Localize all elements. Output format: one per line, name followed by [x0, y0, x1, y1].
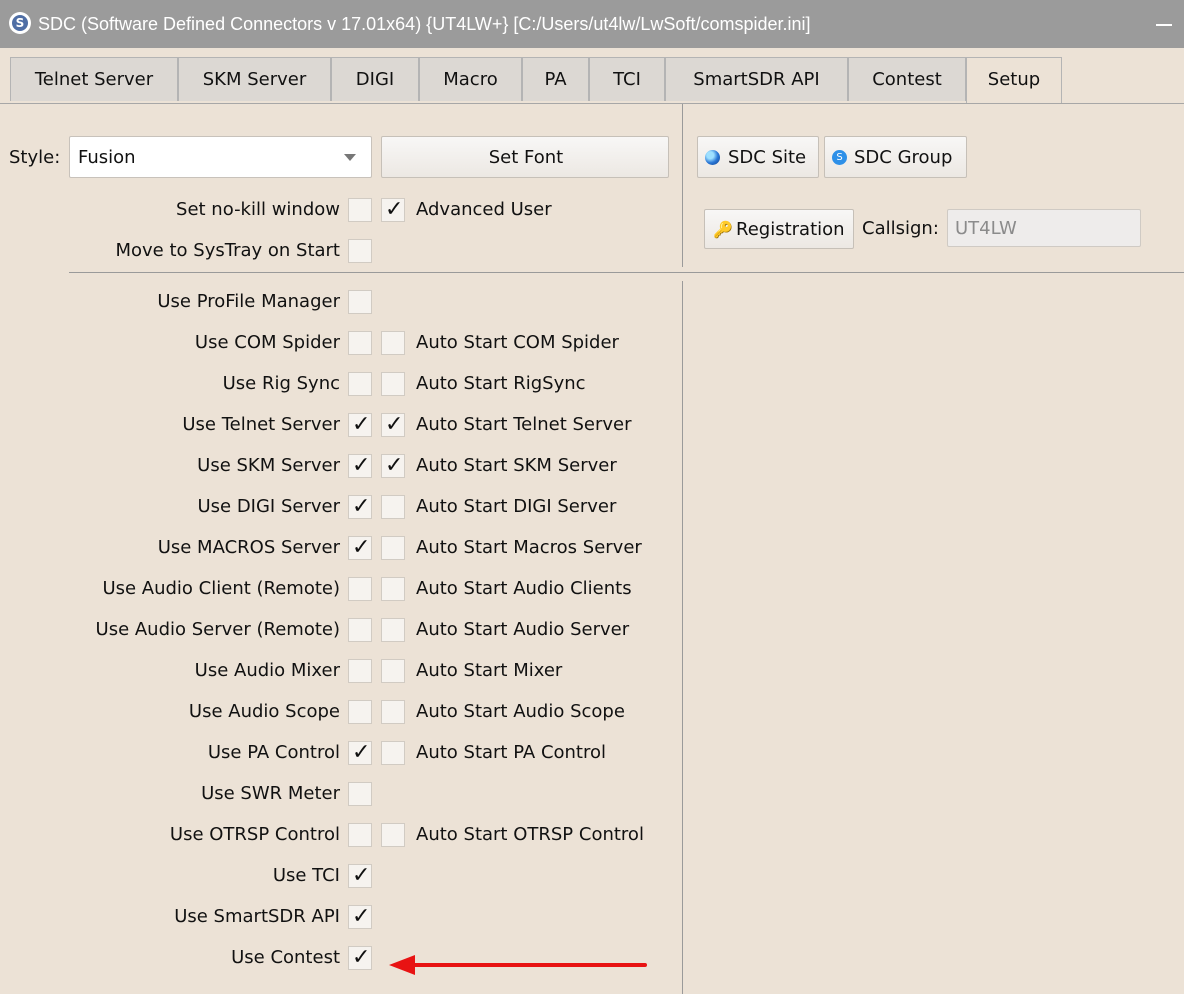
title-bar: S SDC (Software Defined Connectors v 17.… — [0, 0, 1184, 48]
audio-scope-checkbox[interactable] — [348, 700, 372, 724]
group-logo-icon: S — [832, 150, 847, 165]
digi-server-checkbox[interactable] — [348, 494, 372, 520]
macros-server-label: Use MACROS Server — [157, 537, 340, 558]
telnet-server-label: Use Telnet Server — [182, 414, 340, 435]
rig-sync-checkbox[interactable] — [348, 372, 372, 396]
window-title: SDC (Software Defined Connectors v 17.01… — [38, 14, 811, 34]
set-font-button[interactable]: Set Font — [381, 136, 669, 178]
tab-digi[interactable]: DIGI — [331, 57, 419, 101]
auto-start-skm-server-checkbox[interactable] — [381, 453, 405, 479]
auto-start-otrsp-control-label: Auto Start OTRSP Control — [416, 824, 644, 845]
rig-sync-label: Use Rig Sync — [222, 373, 340, 394]
tab-contest[interactable]: Contest — [848, 57, 966, 101]
auto-start-mixer-label: Auto Start Mixer — [416, 660, 563, 681]
tab-smartsdr-api[interactable]: SmartSDR API — [665, 57, 848, 101]
setup-panel: Style: Fusion Set Font Set no-kill windo… — [0, 104, 1184, 994]
style-value: Fusion — [78, 147, 136, 168]
minimize-button[interactable] — [1156, 24, 1172, 26]
audio-mixer-checkbox[interactable] — [348, 659, 372, 683]
key-icon: 🔑 — [713, 220, 733, 239]
audio-server-checkbox[interactable] — [348, 618, 372, 642]
tab-skm-server[interactable]: SKM Server — [178, 57, 331, 101]
no-kill-window-checkbox[interactable] — [348, 198, 372, 222]
com-spider-label: Use COM Spider — [194, 332, 340, 353]
macros-server-checkbox[interactable] — [348, 535, 372, 561]
auto-start-audio-server-label: Auto Start Audio Server — [416, 619, 630, 640]
auto-start-com-spider-label: Auto Start COM Spider — [416, 332, 619, 353]
red-annotation-arrow-head — [389, 955, 415, 975]
callsign-value: UT4LW — [955, 218, 1017, 239]
tci-label: Use TCI — [272, 865, 340, 886]
section-divider — [69, 272, 1184, 273]
auto-start-rigsync-checkbox[interactable] — [381, 372, 405, 396]
sdc-site-button[interactable]: SDC Site — [697, 136, 819, 178]
app-logo-icon: S — [9, 12, 31, 34]
auto-start-audio-server-checkbox[interactable] — [381, 618, 405, 642]
systray-checkbox[interactable] — [348, 239, 372, 263]
auto-start-skm-server-label: Auto Start SKM Server — [416, 455, 617, 476]
digi-server-label: Use DIGI Server — [197, 496, 340, 517]
audio-server-label: Use Audio Server (Remote) — [95, 619, 340, 640]
swr-meter-checkbox[interactable] — [348, 782, 372, 806]
tab-bar: Telnet Server SKM Server DIGI Macro PA T… — [0, 57, 1184, 103]
style-label: Style: — [9, 147, 61, 168]
tab-setup[interactable]: Setup — [966, 57, 1062, 103]
auto-start-com-spider-checkbox[interactable] — [381, 331, 405, 355]
callsign-input[interactable]: UT4LW — [947, 209, 1141, 247]
pa-control-label: Use PA Control — [207, 742, 340, 763]
auto-start-digi-server-checkbox[interactable] — [381, 495, 405, 519]
pa-control-checkbox[interactable] — [348, 740, 372, 766]
auto-start-telnet-server-checkbox[interactable] — [381, 412, 405, 438]
auto-start-telnet-server-label: Auto Start Telnet Server — [416, 414, 632, 435]
auto-start-audio-clients-label: Auto Start Audio Clients — [416, 578, 632, 599]
audio-client-label: Use Audio Client (Remote) — [102, 578, 340, 599]
registration-button[interactable]: 🔑 Registration — [704, 209, 854, 249]
red-annotation-arrow — [389, 955, 647, 975]
skm-server-checkbox[interactable] — [348, 453, 372, 479]
tab-macro[interactable]: Macro — [419, 57, 522, 101]
tab-pa[interactable]: PA — [522, 57, 589, 101]
profile-manager-checkbox[interactable] — [348, 290, 372, 314]
panel-divider-bottom — [682, 281, 683, 994]
auto-start-digi-server-label: Auto Start DIGI Server — [416, 496, 617, 517]
otrsp-control-checkbox[interactable] — [348, 823, 372, 847]
sdc-group-button[interactable]: S SDC Group — [824, 136, 967, 178]
panel-divider-top — [682, 104, 683, 267]
smartsdr-api-checkbox[interactable] — [348, 904, 372, 930]
globe-icon — [705, 150, 720, 165]
chevron-down-icon — [344, 154, 356, 161]
smartsdr-api-label: Use SmartSDR API — [174, 906, 340, 927]
audio-mixer-label: Use Audio Mixer — [194, 660, 340, 681]
swr-meter-label: Use SWR Meter — [201, 783, 340, 804]
advanced-user-checkbox[interactable] — [381, 197, 405, 223]
audio-scope-label: Use Audio Scope — [188, 701, 340, 722]
no-kill-window-label: Set no-kill window — [176, 199, 340, 220]
auto-start-audio-scope-label: Auto Start Audio Scope — [416, 701, 625, 722]
audio-client-checkbox[interactable] — [348, 577, 372, 601]
contest-checkbox[interactable] — [348, 945, 372, 971]
auto-start-rigsync-label: Auto Start RigSync — [416, 373, 586, 394]
tab-tci[interactable]: TCI — [589, 57, 665, 101]
auto-start-macros-server-label: Auto Start Macros Server — [416, 537, 642, 558]
profile-manager-label: Use ProFile Manager — [157, 291, 340, 312]
skm-server-label: Use SKM Server — [197, 455, 340, 476]
auto-start-audio-scope-checkbox[interactable] — [381, 700, 405, 724]
telnet-server-checkbox[interactable] — [348, 412, 372, 438]
auto-start-pa-control-label: Auto Start PA Control — [416, 742, 607, 763]
auto-start-otrsp-control-checkbox[interactable] — [381, 823, 405, 847]
auto-start-macros-server-checkbox[interactable] — [381, 536, 405, 560]
otrsp-control-label: Use OTRSP Control — [169, 824, 340, 845]
style-select[interactable]: Fusion — [69, 136, 372, 178]
callsign-label: Callsign: — [862, 218, 939, 239]
advanced-user-label: Advanced User — [416, 199, 552, 220]
auto-start-audio-clients-checkbox[interactable] — [381, 577, 405, 601]
tci-checkbox[interactable] — [348, 863, 372, 889]
auto-start-mixer-checkbox[interactable] — [381, 659, 405, 683]
tab-telnet-server[interactable]: Telnet Server — [10, 57, 178, 101]
com-spider-checkbox[interactable] — [348, 331, 372, 355]
auto-start-pa-control-checkbox[interactable] — [381, 741, 405, 765]
contest-label: Use Contest — [231, 947, 340, 968]
systray-label: Move to SysTray on Start — [115, 240, 340, 261]
